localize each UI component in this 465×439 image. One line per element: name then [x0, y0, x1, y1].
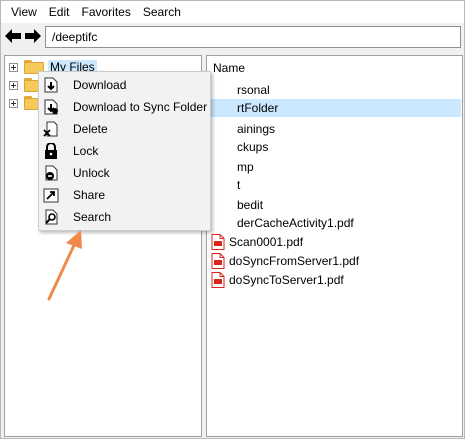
- list-item[interactable]: rsonal: [211, 81, 270, 99]
- expand-icon[interactable]: [9, 98, 18, 108]
- list-item[interactable]: rtFolder: [211, 99, 461, 117]
- list-item[interactable]: Scan0001.pdf: [211, 233, 303, 251]
- file-name: ainings: [237, 122, 276, 136]
- menu-item-share[interactable]: Share: [40, 184, 209, 206]
- menu-item-label: Share: [73, 188, 106, 202]
- menu-item-delete[interactable]: Delete: [40, 118, 209, 140]
- list-item[interactable]: doSyncToServer1.pdf: [211, 271, 344, 289]
- download-icon: [43, 77, 59, 93]
- file-name: rtFolder: [237, 101, 279, 115]
- menu-item-label: Search: [73, 210, 112, 224]
- file-name: Scan0001.pdf: [229, 235, 304, 249]
- pdf-icon: [211, 234, 225, 250]
- menu-item-download[interactable]: Download: [40, 74, 209, 96]
- list-item[interactable]: ckups: [211, 138, 268, 156]
- menu-item-lock[interactable]: Lock: [40, 140, 209, 162]
- list-item[interactable]: doSyncFromServer1.pdf: [211, 252, 359, 270]
- search-icon: [43, 209, 59, 225]
- menu-favorites[interactable]: Favorites: [75, 1, 136, 23]
- file-name: ckups: [237, 140, 269, 154]
- file-name: bedit: [237, 198, 264, 212]
- file-list-pane: Name rsonal rtFolder ainings ckups mp t …: [206, 55, 463, 437]
- file-name: rsonal: [237, 83, 270, 97]
- back-arrow-icon[interactable]: [5, 28, 21, 44]
- forward-arrow-icon[interactable]: [25, 28, 41, 44]
- menu-item-label: Download: [73, 78, 127, 92]
- list-item[interactable]: derCacheActivity1.pdf: [211, 214, 354, 232]
- file-manager-window: View Edit Favorites Search /deeptifc My …: [0, 0, 465, 439]
- file-name: t: [237, 178, 241, 192]
- address-bar: /deeptifc: [1, 23, 464, 51]
- list-item[interactable]: mp: [211, 158, 254, 176]
- menu-item-download-to-sync-folder[interactable]: Download to Sync Folder: [40, 96, 209, 118]
- share-icon: [43, 187, 59, 203]
- context-menu: Download Download to Sync Folder Delete …: [38, 71, 211, 231]
- column-header-name[interactable]: Name: [213, 61, 245, 75]
- menu-item-label: Unlock: [73, 166, 110, 180]
- menu-item-label: Download to Sync Folder: [73, 100, 208, 114]
- file-name: derCacheActivity1.pdf: [237, 216, 354, 230]
- menu-edit[interactable]: Edit: [43, 1, 76, 23]
- menu-view[interactable]: View: [5, 1, 43, 23]
- file-name: doSyncToServer1.pdf: [229, 273, 344, 287]
- menu-item-label: Delete: [73, 122, 108, 136]
- menu-bar: View Edit Favorites Search: [1, 1, 464, 23]
- download-sync-icon: [43, 99, 59, 115]
- menu-item-unlock[interactable]: Unlock: [40, 162, 209, 184]
- path-field[interactable]: /deeptifc: [45, 26, 461, 48]
- list-item[interactable]: t: [211, 176, 240, 194]
- list-item[interactable]: ainings: [211, 120, 275, 138]
- menu-item-search[interactable]: Search: [40, 206, 209, 228]
- menu-item-label: Lock: [73, 144, 99, 158]
- pdf-icon: [211, 272, 225, 288]
- file-name: doSyncFromServer1.pdf: [229, 254, 360, 268]
- expand-icon[interactable]: [9, 62, 18, 72]
- unlock-icon: [43, 165, 59, 181]
- expand-icon[interactable]: [9, 80, 18, 90]
- lock-icon: [43, 143, 59, 159]
- pdf-icon: [211, 253, 225, 269]
- menu-search[interactable]: Search: [137, 1, 187, 23]
- delete-icon: [43, 121, 59, 137]
- file-name: mp: [237, 160, 254, 174]
- list-item[interactable]: bedit: [211, 196, 263, 214]
